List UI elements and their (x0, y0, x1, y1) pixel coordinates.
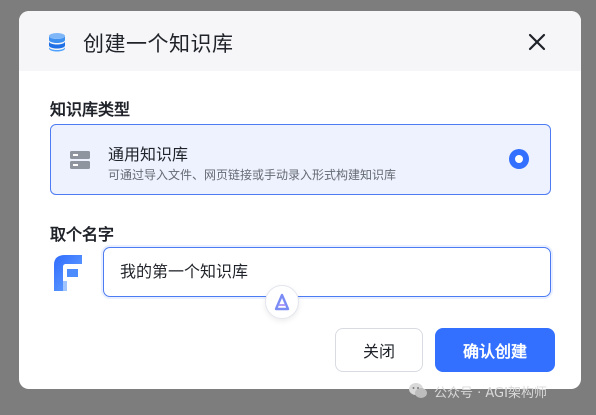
create-knowledge-base-dialog: 创建一个知识库 知识库类型 通用知识库 可通过导入文件、网页链接或手动录入形式构… (19, 11, 581, 389)
type-section-label: 知识库类型 (50, 100, 131, 119)
close-button[interactable]: 关闭 (335, 328, 423, 372)
dialog-title: 创建一个知识库 (83, 32, 234, 56)
close-icon[interactable] (525, 30, 549, 54)
type-option-general[interactable]: 通用知识库 可通过导入文件、网页链接或手动录入形式构建知识库 (50, 124, 551, 195)
confirm-create-button[interactable]: 确认创建 (435, 328, 555, 372)
server-icon (70, 151, 90, 169)
watermark-text: 公众号 · AGI架构师 (434, 385, 547, 401)
type-option-radio[interactable] (509, 149, 529, 169)
knowledge-base-name-input[interactable]: 我的第一个知识库 (103, 247, 551, 297)
database-icon (49, 33, 65, 52)
name-section-label: 取个名字 (50, 225, 115, 244)
wechat-icon (409, 383, 427, 398)
ai-assistant-icon (274, 293, 290, 311)
ai-assistant-button[interactable] (265, 285, 299, 319)
watermark: 公众号 · AGI架构师 (408, 381, 547, 401)
knowledge-base-logo-icon (54, 255, 82, 291)
type-option-name: 通用知识库 (108, 145, 189, 164)
type-option-description: 可通过导入文件、网页链接或手动录入形式构建知识库 (108, 168, 397, 182)
dialog-header: 创建一个知识库 (19, 11, 581, 71)
